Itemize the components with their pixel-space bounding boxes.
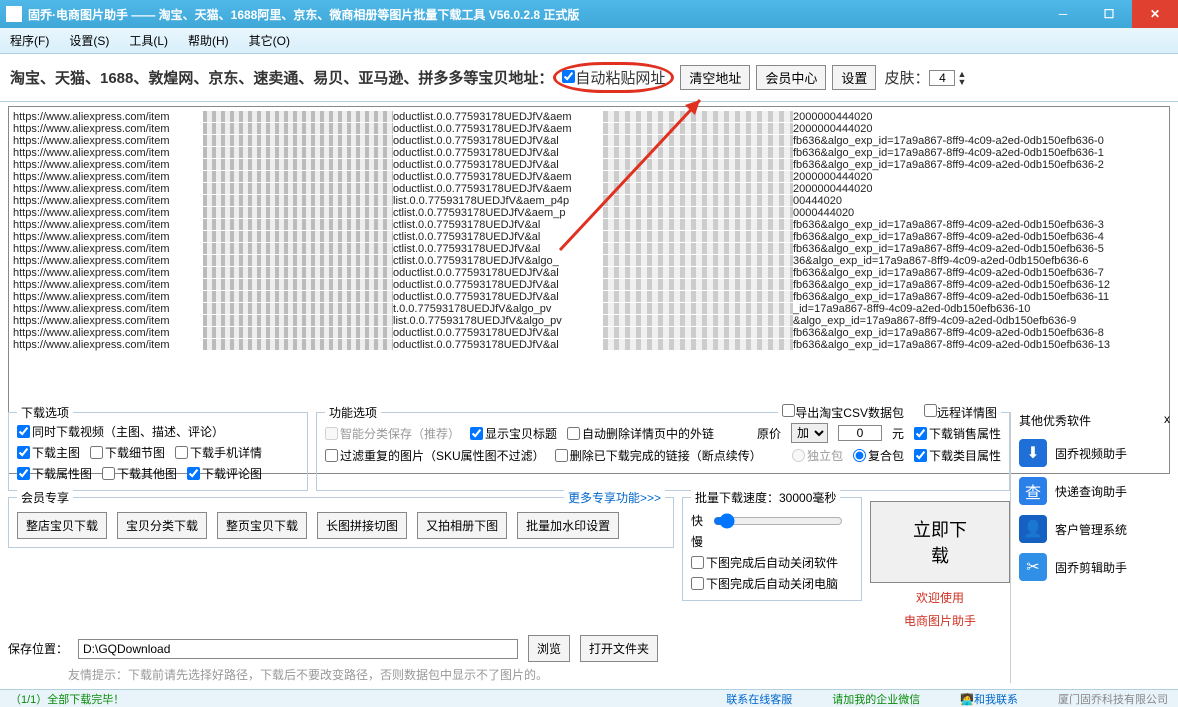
cb-mobile[interactable]: 下载手机详情 [175,444,262,461]
other-soft-title: 其他优秀软件 [1019,412,1091,429]
cb-main[interactable]: 下载主图 [17,444,80,461]
speed-fast: 快 [691,512,703,529]
menu-program[interactable]: 程序(F) [10,32,49,49]
cb-sale[interactable]: 下载销售属性 [914,425,1001,442]
open-folder-button[interactable]: 打开文件夹 [580,635,658,662]
download-icon: ⬇ [1019,439,1047,467]
dl-options-title: 下载选项 [17,404,73,421]
express-icon: 查 [1019,477,1047,505]
speed-slow: 慢 [691,533,703,550]
auto-paste-checkbox[interactable]: 自动粘贴网址 [562,67,665,88]
cb-remote[interactable]: 远程详情图 [924,404,997,421]
btn-whole-shop[interactable]: 整店宝贝下载 [17,512,107,539]
soft-item-2[interactable]: 查快递查询助手 [1019,477,1170,505]
rb-single[interactable]: 独立包 [792,447,843,464]
browse-button[interactable]: 浏览 [528,635,570,662]
cb-cat[interactable]: 下载类目属性 [914,447,1001,464]
cb-autoclose[interactable]: 下图完成后自动关闭软件 [691,554,838,571]
price-value[interactable] [838,425,882,441]
price-unit: 元 [892,425,904,442]
cb-comment[interactable]: 下载评论图 [187,465,262,482]
menu-settings[interactable]: 设置(S) [69,32,109,49]
auto-paste-highlight: 自动粘贴网址 [553,62,674,93]
price-op-select[interactable]: 加 [791,423,828,443]
menu-other[interactable]: 其它(O) [249,32,290,49]
btn-whole-page[interactable]: 整页宝贝下载 [217,512,307,539]
speed-slider[interactable] [713,513,843,529]
cb-detail[interactable]: 下载细节图 [90,444,165,461]
menu-help[interactable]: 帮助(H) [188,32,229,49]
member-center-button[interactable]: 会员中心 [756,65,826,90]
btn-by-category[interactable]: 宝贝分类下载 [117,512,207,539]
tip-text: 友情提示：下载前请先选择好路径，下载后不要改变路径，否则数据包中显示不了图片的。 [68,666,1010,683]
address-label: 淘宝、天猫、1688、敦煌网、京东、速卖通、易贝、亚马逊、拼多多等宝贝地址： [10,67,553,88]
status-cs-link[interactable]: 联系在线客服 [726,691,792,707]
app-icon [6,6,22,22]
skin-spinner[interactable]: ▲▼ [957,70,966,86]
clear-address-button[interactable]: 清空地址 [680,65,750,90]
settings-button[interactable]: 设置 [832,65,876,90]
status-wechat-link[interactable]: 请加我的企业微信 [832,691,920,707]
vip-title: 会员专享 [17,489,73,506]
cb-csv[interactable]: 导出淘宝CSV数据包 [782,404,904,421]
cb-attr[interactable]: 下载属性图 [17,465,92,482]
window-title: 固乔·电商图片助手 —— 淘宝、天猫、1688阿里、京东、微商相册等图片批量下载… [28,6,579,23]
save-path-input[interactable] [78,639,518,659]
price-label: 原价 [757,425,781,442]
scissors-icon: ✂ [1019,553,1047,581]
soft-item-1[interactable]: ⬇固乔视频助手 [1019,439,1170,467]
save-label: 保存位置： [8,640,68,657]
soft-item-4[interactable]: ✂固乔剪辑助手 [1019,553,1170,581]
soft-item-3[interactable]: 👤客户管理系统 [1019,515,1170,543]
cb-autoshut[interactable]: 下图完成后自动关闭电脑 [691,575,838,592]
close-panel-icon[interactable]: x [1164,412,1170,429]
customer-icon: 👤 [1019,515,1047,543]
close-button[interactable]: ✕ [1132,0,1178,28]
btn-long-image[interactable]: 长图拼接切图 [317,512,407,539]
status-company: 厦门固乔科技有限公司 [1058,691,1168,707]
cb-autodel[interactable]: 自动删除详情页中的外链 [567,425,714,442]
cb-smart[interactable]: 智能分类保存（推荐） [325,425,460,442]
download-now-button[interactable]: 立即下载 [870,501,1010,583]
more-vip-link[interactable]: 更多专享功能>>> [564,489,665,506]
minimize-button[interactable]: ─ [1040,0,1086,28]
btn-upyun[interactable]: 又拍相册下图 [417,512,507,539]
cb-other[interactable]: 下载其他图 [102,465,177,482]
cb-video[interactable]: 同时下载视频（主图、描述、评论） [17,423,224,440]
skin-value[interactable] [929,70,955,86]
rb-multi[interactable]: 复合包 [853,447,904,464]
cb-filter[interactable]: 过滤重复的图片（SKU属性图不过滤） [325,447,545,464]
fn-options-title: 功能选项 [325,404,381,421]
status-progress: （1/1）全部下载完毕！ [10,691,124,707]
speed-label: 批量下载速度：30000毫秒 [691,489,840,506]
maximize-button[interactable]: ☐ [1086,0,1132,28]
welcome-text: 欢迎使用 [916,589,964,606]
menu-tools[interactable]: 工具(L) [129,32,168,49]
btn-watermark[interactable]: 批量加水印设置 [517,512,619,539]
appname-text: 电商图片助手 [904,612,976,629]
status-contact[interactable]: 🧑‍💻和我联系 [960,691,1018,707]
cb-delbroken[interactable]: 删除已下载完成的链接（断点续传） [555,447,762,464]
skin-label: 皮肤： [884,67,929,88]
cb-showtitle[interactable]: 显示宝贝标题 [470,425,557,442]
